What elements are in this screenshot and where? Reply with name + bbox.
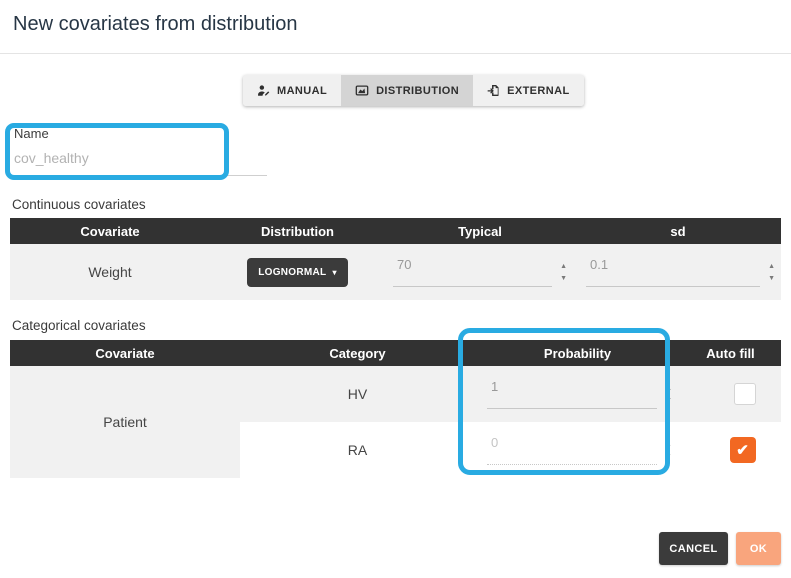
tab-external[interactable]: EXTERNAL bbox=[473, 75, 583, 106]
tab-distribution[interactable]: DISTRIBUTION bbox=[341, 75, 473, 106]
autofill-checkbox-ra[interactable]: ✔ bbox=[730, 437, 756, 463]
cancel-button[interactable]: CANCEL bbox=[659, 532, 728, 565]
source-tabbar: MANUAL DISTRIBUTION EXTERNAL bbox=[243, 75, 584, 106]
sd-input[interactable]: 0.1 bbox=[586, 257, 760, 287]
file-import-icon bbox=[487, 84, 500, 97]
continuous-section-label: Continuous covariates bbox=[12, 197, 146, 212]
probability-cell-hv: 1 ▲ ▼ bbox=[475, 366, 680, 422]
col-header-covariate: Covariate bbox=[10, 224, 210, 239]
tab-manual-label: MANUAL bbox=[277, 85, 327, 97]
col-header-autofill: Auto fill bbox=[680, 346, 781, 361]
covariate-name-cell: Patient bbox=[10, 366, 240, 478]
new-covariates-dialog: New covariates from distribution MANUAL … bbox=[0, 0, 791, 578]
tab-manual[interactable]: MANUAL bbox=[243, 75, 341, 106]
check-icon: ✔ bbox=[736, 441, 749, 459]
chart-icon bbox=[355, 84, 369, 97]
probability-input-ra: 0 bbox=[487, 435, 657, 465]
ok-button[interactable]: OK bbox=[736, 532, 781, 565]
name-field-label: Name bbox=[14, 126, 267, 141]
col-header-category: Category bbox=[240, 346, 475, 361]
col-header-typical: Typical bbox=[385, 224, 575, 239]
spin-up-icon[interactable]: ▲ bbox=[665, 385, 672, 392]
categorical-section-label: Categorical covariates bbox=[12, 318, 146, 333]
autofill-cell-hv bbox=[680, 366, 781, 422]
spin-down-icon[interactable]: ▼ bbox=[665, 397, 672, 404]
spin-down-icon[interactable]: ▼ bbox=[768, 275, 775, 282]
sd-cell: 0.1 ▲ ▼ bbox=[575, 244, 781, 300]
autofill-checkbox-hv[interactable] bbox=[734, 383, 756, 405]
name-input[interactable]: cov_healthy bbox=[14, 150, 267, 176]
autofill-cell-ra: ✔ bbox=[680, 422, 781, 478]
spin-up-icon: ▲ bbox=[665, 441, 672, 448]
distribution-cell: LOGNORMAL ▾ bbox=[210, 244, 385, 300]
caret-down-icon: ▾ bbox=[332, 268, 336, 277]
spin-down-icon[interactable]: ▼ bbox=[560, 275, 567, 282]
col-header-covariate: Covariate bbox=[10, 346, 240, 361]
tab-distribution-label: DISTRIBUTION bbox=[376, 85, 459, 97]
distribution-dropdown[interactable]: LOGNORMAL ▾ bbox=[247, 258, 348, 287]
col-header-sd: sd bbox=[575, 224, 781, 239]
tab-external-label: EXTERNAL bbox=[507, 85, 569, 97]
spin-up-icon[interactable]: ▲ bbox=[560, 263, 567, 270]
sd-stepper[interactable]: ▲ ▼ bbox=[768, 263, 775, 282]
categorical-table-header: Covariate Category Probability Auto fill bbox=[10, 340, 781, 366]
typical-cell: 70 ▲ ▼ bbox=[385, 244, 575, 300]
probability-stepper-hv[interactable]: ▲ ▼ bbox=[665, 385, 672, 404]
page-title: New covariates from distribution bbox=[13, 13, 298, 36]
distribution-dropdown-label: LOGNORMAL bbox=[258, 267, 326, 278]
categorical-table: Covariate Category Probability Auto fill… bbox=[10, 340, 781, 478]
categorical-table-body: Patient HV 1 ▲ ▼ RA 0 ▲ ▼ bbox=[10, 366, 781, 478]
covariate-name-cell: Weight bbox=[10, 244, 210, 300]
title-divider bbox=[0, 53, 791, 54]
col-header-probability: Probability bbox=[475, 346, 680, 361]
spin-up-icon[interactable]: ▲ bbox=[768, 263, 775, 270]
probability-stepper-ra: ▲ ▼ bbox=[665, 441, 672, 460]
probability-input-hv[interactable]: 1 bbox=[487, 379, 657, 409]
category-cell-ra: RA bbox=[240, 422, 475, 478]
category-cell-hv: HV bbox=[240, 366, 475, 422]
name-field-block: Name cov_healthy bbox=[14, 126, 267, 176]
continuous-table-body: Weight LOGNORMAL ▾ 70 ▲ ▼ 0.1 ▲ ▼ bbox=[10, 244, 781, 300]
spin-down-icon: ▼ bbox=[665, 453, 672, 460]
user-edit-icon bbox=[257, 84, 270, 97]
continuous-table: Covariate Distribution Typical sd Weight… bbox=[10, 218, 781, 300]
typical-input[interactable]: 70 bbox=[393, 257, 552, 287]
continuous-table-header: Covariate Distribution Typical sd bbox=[10, 218, 781, 244]
typical-stepper[interactable]: ▲ ▼ bbox=[560, 263, 567, 282]
col-header-distribution: Distribution bbox=[210, 224, 385, 239]
probability-cell-ra: 0 ▲ ▼ bbox=[475, 422, 680, 478]
